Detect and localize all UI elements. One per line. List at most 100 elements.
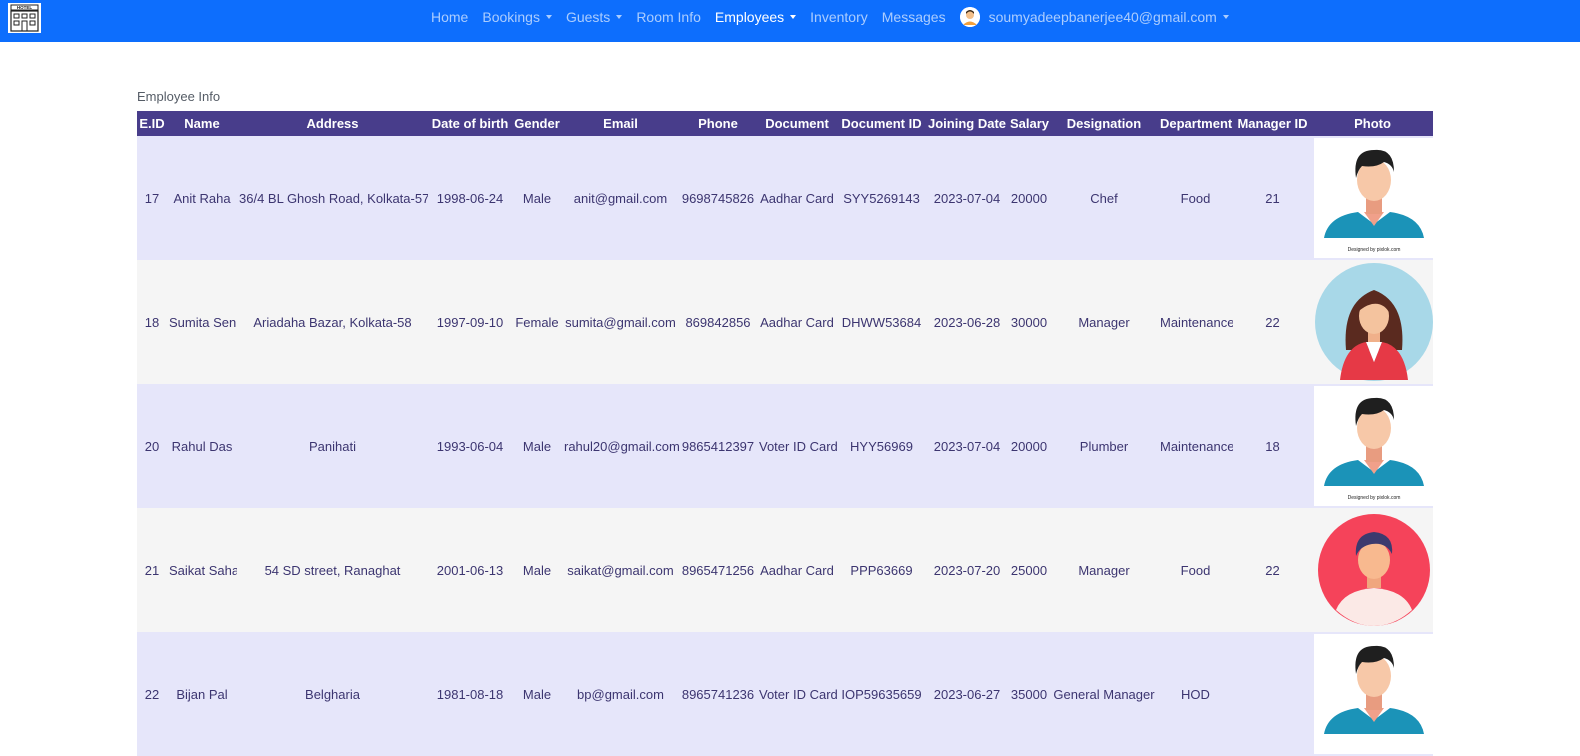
salary-cell: 35000 (1008, 632, 1050, 756)
table-row: 20 Rahul Das Panihati 1993-06-04 Male rahul20… (137, 384, 1433, 508)
gender-cell: Male (512, 384, 562, 508)
user-avatar-icon (959, 7, 980, 27)
dob-cell: 1981-08-18 (428, 632, 512, 756)
designation-cell: General Manager (1050, 632, 1158, 756)
hotel-icon[interactable]: HOTEL (8, 3, 41, 33)
nav-room-info[interactable]: Room Info (629, 9, 708, 25)
gender-cell: Male (512, 632, 562, 756)
table-row: 18 Sumita Sen Ariadaha Bazar, Kolkata-58 19… (137, 260, 1433, 384)
email-cell: rahul20@gmail.com (562, 384, 679, 508)
dob-cell: 1997-09-10 (428, 260, 512, 384)
joining-date-cell: 2023-07-04 (926, 384, 1008, 508)
column-header: Gender (512, 111, 562, 136)
document-id-cell: SYY5269143 (837, 136, 926, 260)
column-header: Address (237, 111, 428, 136)
document-cell: Voter ID Card (757, 384, 837, 508)
nav-room-info-label: Room Info (636, 9, 701, 25)
document-id-cell: DHWW53684 (837, 260, 926, 384)
department-cell: Food (1158, 508, 1233, 632)
document-id-cell: IOP59635659 (837, 632, 926, 756)
column-header: Date of birth (428, 111, 512, 136)
user-menu-dropdown[interactable]: soumyadeepbanerjee40@gmail.com (953, 7, 1236, 27)
manager-id-cell (1233, 632, 1312, 756)
chevron-down-icon (790, 15, 797, 19)
table-header-row: E.ID Name Address Date of birth Gender Email P… (137, 111, 1433, 136)
manager-id-cell: 18 (1233, 384, 1312, 508)
top-navbar: HOTEL Home Bookings Guests Room Info Emp… (0, 0, 1580, 42)
nav-messages-label: Messages (881, 9, 946, 25)
photo-cell: Designed by pixlok.com (1312, 384, 1433, 508)
document-cell: Aadhar Card (757, 508, 837, 632)
male-avatar-icon: Designed by pixlok.com (1314, 138, 1433, 258)
email-cell: anit@gmail.com (562, 136, 679, 260)
column-header: Designation (1050, 111, 1158, 136)
nav-inventory-label: Inventory (810, 9, 868, 25)
table-row: 21 Saikat Saha 54 SD street, Ranaghat 2001-… (137, 508, 1433, 632)
column-header: Phone (679, 111, 757, 136)
gender-cell: Male (512, 508, 562, 632)
phone-cell: 9698745826 (679, 136, 757, 260)
department-cell: Food (1158, 136, 1233, 260)
column-header: Email (562, 111, 679, 136)
chevron-down-icon (616, 15, 623, 19)
name-cell: Sumita Sen (167, 260, 237, 384)
phone-cell: 869842856 (679, 260, 757, 384)
document-id-cell: PPP63669 (837, 508, 926, 632)
joining-date-cell: 2023-06-28 (926, 260, 1008, 384)
chevron-down-icon (545, 15, 552, 19)
table-row: 17 Anit Raha 36/4 BL Ghosh Road, Kolkata-5… (137, 136, 1433, 260)
column-header: Name (167, 111, 237, 136)
table-body: 17 Anit Raha 36/4 BL Ghosh Road, Kolkata-5… (137, 136, 1433, 756)
manager-id-cell: 22 (1233, 508, 1312, 632)
user-email: soumyadeepbanerjee40@gmail.com (988, 9, 1217, 25)
eid-cell: 20 (137, 384, 167, 508)
eid-cell: 17 (137, 136, 167, 260)
nav-menu: Home Bookings Guests Room Info Employees… (424, 0, 1236, 34)
page-title: Employee Info (137, 89, 221, 104)
chevron-down-icon (1222, 15, 1229, 19)
name-cell: Bijan Pal (167, 632, 237, 756)
document-cell: Aadhar Card (757, 260, 837, 384)
male-round-avatar-icon (1314, 510, 1433, 630)
name-cell: Anit Raha (167, 136, 237, 260)
gender-cell: Male (512, 136, 562, 260)
designation-cell: Manager (1050, 508, 1158, 632)
designation-cell: Chef (1050, 136, 1158, 260)
column-header: Department (1158, 111, 1233, 136)
female-avatar-icon (1314, 262, 1433, 382)
nav-guests-dropdown[interactable]: Guests (559, 9, 629, 25)
joining-date-cell: 2023-06-27 (926, 632, 1008, 756)
nav-bookings-label: Bookings (482, 9, 540, 25)
department-cell: HOD (1158, 632, 1233, 756)
email-cell: bp@gmail.com (562, 632, 679, 756)
eid-cell: 21 (137, 508, 167, 632)
department-cell: Maintenance (1158, 384, 1233, 508)
employee-table: E.ID Name Address Date of birth Gender Email P… (137, 111, 1433, 756)
address-cell: 54 SD street, Ranaghat (237, 508, 428, 632)
column-header: Salary (1008, 111, 1050, 136)
joining-date-cell: 2023-07-04 (926, 136, 1008, 260)
dob-cell: 1998-06-24 (428, 136, 512, 260)
address-cell: 36/4 BL Ghosh Road, Kolkata-57 (237, 136, 428, 260)
phone-cell: 9865412397 (679, 384, 757, 508)
nav-guests-label: Guests (565, 9, 611, 25)
column-header: Joining Date (926, 111, 1008, 136)
nav-inventory[interactable]: Inventory (803, 9, 875, 25)
svg-text:HOTEL: HOTEL (17, 5, 33, 10)
eid-cell: 18 (137, 260, 167, 384)
nav-home[interactable]: Home (424, 9, 475, 25)
nav-messages[interactable]: Messages (875, 9, 953, 25)
nav-bookings-dropdown[interactable]: Bookings (475, 9, 559, 25)
document-cell: Voter ID Card (757, 632, 837, 756)
address-cell: Ariadaha Bazar, Kolkata-58 (237, 260, 428, 384)
nav-employees-dropdown[interactable]: Employees (708, 9, 803, 25)
address-cell: Panihati (237, 384, 428, 508)
salary-cell: 30000 (1008, 260, 1050, 384)
phone-cell: 8965471256 (679, 508, 757, 632)
name-cell: Rahul Das (167, 384, 237, 508)
name-cell: Saikat Saha (167, 508, 237, 632)
manager-id-cell: 22 (1233, 260, 1312, 384)
document-id-cell: HYY56969 (837, 384, 926, 508)
nav-employees-label: Employees (714, 9, 785, 25)
address-cell: Belgharia (237, 632, 428, 756)
